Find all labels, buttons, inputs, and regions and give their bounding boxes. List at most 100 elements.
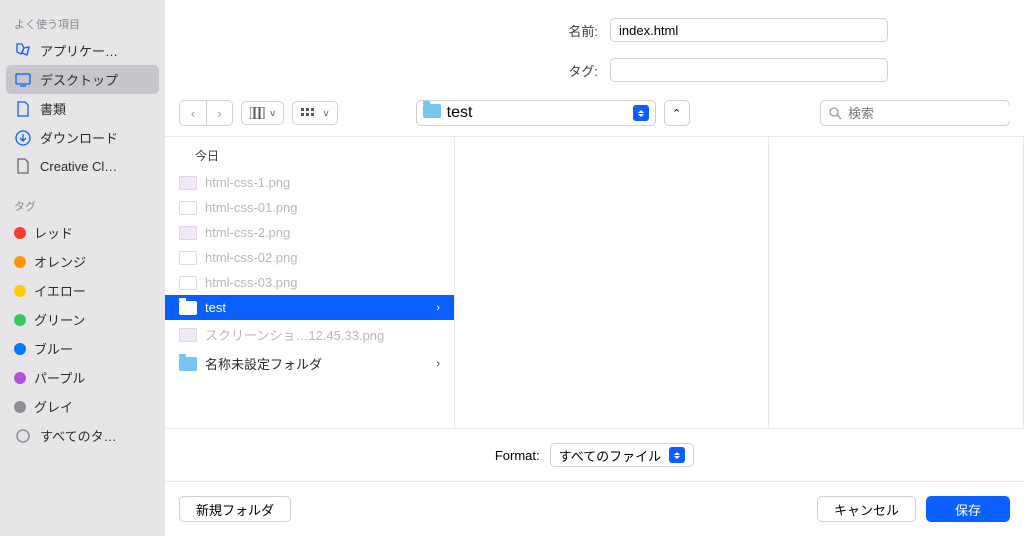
sidebar-item-fav-1[interactable]: デスクトップ [6, 65, 159, 94]
image-icon [179, 226, 197, 240]
sidebar-item-label: デスクトップ [40, 70, 118, 89]
file-name: html-css-2.png [205, 225, 290, 240]
file-name: html-css-03.png [205, 275, 297, 290]
view-columns-button[interactable]: ⅴ [241, 101, 284, 125]
sidebar-item-fav-2[interactable]: 書類 [0, 94, 165, 123]
image-icon [179, 251, 197, 265]
sidebar-item-label: レッド [34, 223, 73, 242]
sidebar-item-tag-1[interactable]: オレンジ [0, 247, 165, 276]
sidebar-item-label: アプリケー… [40, 41, 118, 60]
tag-dot-icon [14, 401, 26, 413]
tag-dot-icon [14, 256, 26, 268]
sidebar-item-fav-3[interactable]: ダウンロード [0, 123, 165, 152]
file-icon [14, 157, 32, 175]
tag-dot-icon [14, 372, 26, 384]
dropdown-caret-icon [633, 105, 649, 121]
sidebar-item-tag-0[interactable]: レッド [0, 218, 165, 247]
sidebar-item-tag-6[interactable]: グレイ [0, 392, 165, 421]
search-input[interactable] [848, 106, 1024, 121]
format-select[interactable]: すべてのファイル [550, 443, 695, 467]
tag-dot-icon [14, 314, 26, 326]
sidebar-item-all-tags[interactable]: すべてのタ… [0, 421, 165, 450]
image-icon [179, 328, 197, 342]
sidebar-item-tag-3[interactable]: グリーン [0, 305, 165, 334]
file-row[interactable]: html-css-03.png [165, 270, 454, 295]
location-label: test [447, 104, 473, 122]
tag-dot-icon [14, 343, 26, 355]
save-button[interactable]: 保存 [926, 496, 1010, 522]
file-row[interactable]: html-css-1.png [165, 170, 454, 195]
grid-icon [301, 108, 319, 118]
sidebar-item-label: パープル [34, 368, 85, 387]
sidebar-item-tag-2[interactable]: イエロー [0, 276, 165, 305]
footer: 新規フォルダ キャンセル 保存 [165, 481, 1024, 536]
sidebar-item-tag-4[interactable]: ブルー [0, 334, 165, 363]
file-name: html-css-02.png [205, 250, 297, 265]
nav-forward-button[interactable]: › [206, 101, 232, 125]
new-folder-button[interactable]: 新規フォルダ [179, 496, 291, 522]
doc-icon [14, 100, 32, 118]
chevron-right-icon: › [436, 302, 440, 314]
format-value: すべてのファイル [559, 446, 662, 465]
file-row[interactable]: html-css-01.png [165, 195, 454, 220]
chevron-right-icon: › [436, 358, 440, 370]
columns-icon [250, 107, 266, 119]
file-row[interactable]: 名称未設定フォルダ › [165, 349, 454, 378]
file-name: 名称未設定フォルダ [205, 354, 322, 373]
chevron-down-icon: ⅴ [323, 108, 328, 119]
sidebar: よく使う項目 アプリケー…デスクトップ書類ダウンロードCreative Cl… … [0, 0, 165, 536]
toolbar: ‹ › ⅴ ⅴ test ⌃ [165, 90, 1024, 137]
view-grid-button[interactable]: ⅴ [292, 101, 337, 125]
all-tags-icon [14, 427, 32, 445]
chevron-right-icon: › [217, 106, 221, 121]
folder-icon [179, 357, 197, 371]
sidebar-item-tag-5[interactable]: パープル [0, 363, 165, 392]
sidebar-item-label: 書類 [40, 99, 66, 118]
sidebar-item-label: オレンジ [34, 252, 86, 271]
favorites-title: よく使う項目 [0, 12, 165, 36]
file-row[interactable]: test › [165, 295, 454, 320]
sidebar-item-label: イエロー [34, 281, 86, 300]
tag-dot-icon [14, 285, 26, 297]
browser-column-1: 今日 html-css-1.png html-css-01.png html-css… [165, 137, 455, 428]
tag-dot-icon [14, 227, 26, 239]
file-name: html-css-01.png [205, 200, 297, 215]
sidebar-item-fav-4[interactable]: Creative Cl… [0, 152, 165, 180]
cancel-button[interactable]: キャンセル [817, 496, 916, 522]
browser-column-3 [769, 137, 1024, 428]
chevron-up-icon: ⌃ [672, 107, 681, 120]
expand-button[interactable]: ⌃ [664, 100, 690, 126]
sidebar-item-fav-0[interactable]: アプリケー… [0, 36, 165, 65]
file-name: スクリーンショ…12.45.33.png [205, 325, 384, 344]
chevron-down-icon: ⅴ [270, 108, 275, 119]
search-icon [829, 107, 842, 120]
name-label: 名前: [165, 21, 610, 40]
tag-label: タグ: [165, 61, 610, 80]
file-row[interactable]: html-css-2.png [165, 220, 454, 245]
sidebar-item-label: すべてのタ… [40, 426, 117, 445]
browser-column-2 [455, 137, 769, 428]
sidebar-item-label: グレイ [34, 397, 73, 416]
nav-back-button[interactable]: ‹ [180, 101, 206, 125]
file-browser: 今日 html-css-1.png html-css-01.png html-css… [165, 137, 1024, 428]
location-dropdown[interactable]: test [416, 100, 656, 126]
desktop-icon [14, 71, 32, 89]
column-header: 今日 [165, 137, 454, 170]
search-box[interactable] [820, 100, 1010, 126]
image-icon [179, 201, 197, 215]
image-icon [179, 276, 197, 290]
name-row: 名前: [165, 10, 1024, 50]
tags-title: タグ [0, 194, 165, 218]
file-name: html-css-1.png [205, 175, 290, 190]
sidebar-item-label: Creative Cl… [40, 159, 117, 174]
format-bar: Format: すべてのファイル [165, 428, 1024, 481]
sidebar-item-label: グリーン [34, 310, 85, 329]
name-field[interactable] [610, 18, 888, 42]
tag-field[interactable] [610, 58, 888, 82]
file-row[interactable]: スクリーンショ…12.45.33.png [165, 320, 454, 349]
file-name: test [205, 300, 226, 315]
download-icon [14, 129, 32, 147]
file-row[interactable]: html-css-02.png [165, 245, 454, 270]
chevron-left-icon: ‹ [191, 106, 195, 121]
dropdown-caret-icon [669, 447, 685, 463]
